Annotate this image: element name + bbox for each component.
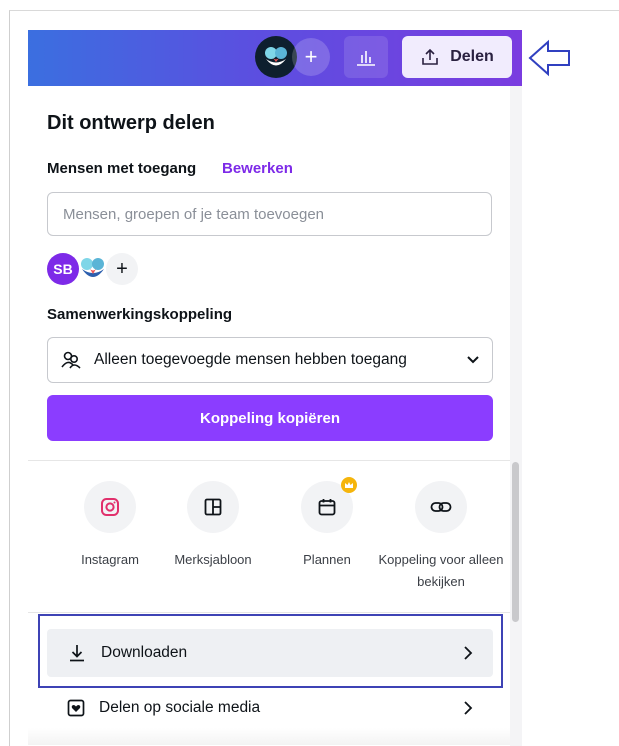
share-button[interactable]: Delen [402, 36, 512, 78]
people-search-input[interactable]: Mensen, groepen of je team toevoegen [47, 192, 492, 236]
share-option-template[interactable]: Merksjabloon [158, 481, 268, 571]
bottom-fade [28, 728, 510, 745]
divider [28, 460, 510, 461]
copy-link-button[interactable]: Koppeling kopiëren [47, 395, 493, 441]
team-logo-icon[interactable] [255, 36, 297, 78]
edit-access-link[interactable]: Bewerken [222, 160, 293, 177]
share-option-instagram[interactable]: Instagram [55, 481, 165, 571]
access-label: Mensen met toegang [47, 160, 197, 177]
template-icon [204, 498, 222, 516]
scrollbar[interactable] [512, 462, 519, 622]
chevron-right-icon [464, 701, 473, 715]
upload-share-icon [422, 48, 439, 65]
share-option-view-link[interactable]: Koppeling voor alleen bekijken [378, 481, 504, 593]
highlight-box [38, 614, 503, 688]
collab-access-select[interactable]: Alleen toegevoegde mensen hebben toegang [47, 337, 493, 383]
panel-edge [510, 86, 522, 746]
divider [28, 612, 510, 613]
user-avatar[interactable]: SB [47, 253, 79, 285]
calendar-icon [318, 499, 336, 516]
collab-link-label: Samenwerkingskoppeling [47, 306, 233, 323]
left-arrow-indicator-icon [528, 39, 570, 77]
share-option-label: Merksjabloon [174, 552, 252, 567]
chevron-down-icon [467, 356, 479, 364]
instagram-icon [101, 498, 119, 516]
share-option-label: Koppeling voor alleen bekijken [378, 552, 504, 589]
team-avatar-icon[interactable] [78, 253, 108, 285]
panel-title: Dit ontwerp delen [47, 112, 215, 134]
social-share-row[interactable]: Delen op sociale media [47, 685, 493, 731]
share-option-label: Instagram [81, 552, 139, 567]
share-button-label: Delen [450, 48, 494, 65]
share-option-schedule[interactable]: Plannen [272, 477, 382, 571]
link-icon [430, 502, 452, 512]
collab-access-value: Alleen toegevoegde mensen hebben toegang [94, 351, 407, 368]
add-collaborator-button[interactable]: + [292, 38, 330, 76]
heart-card-icon [67, 699, 85, 717]
plus-icon: + [304, 44, 318, 69]
social-share-label: Delen op sociale media [99, 699, 261, 716]
share-option-label: Plannen [303, 552, 351, 567]
people-icon [61, 351, 81, 369]
bar-chart-icon [357, 51, 375, 66]
add-person-button[interactable]: + [106, 253, 138, 285]
insights-button[interactable] [344, 36, 388, 78]
premium-crown-icon [341, 477, 357, 493]
